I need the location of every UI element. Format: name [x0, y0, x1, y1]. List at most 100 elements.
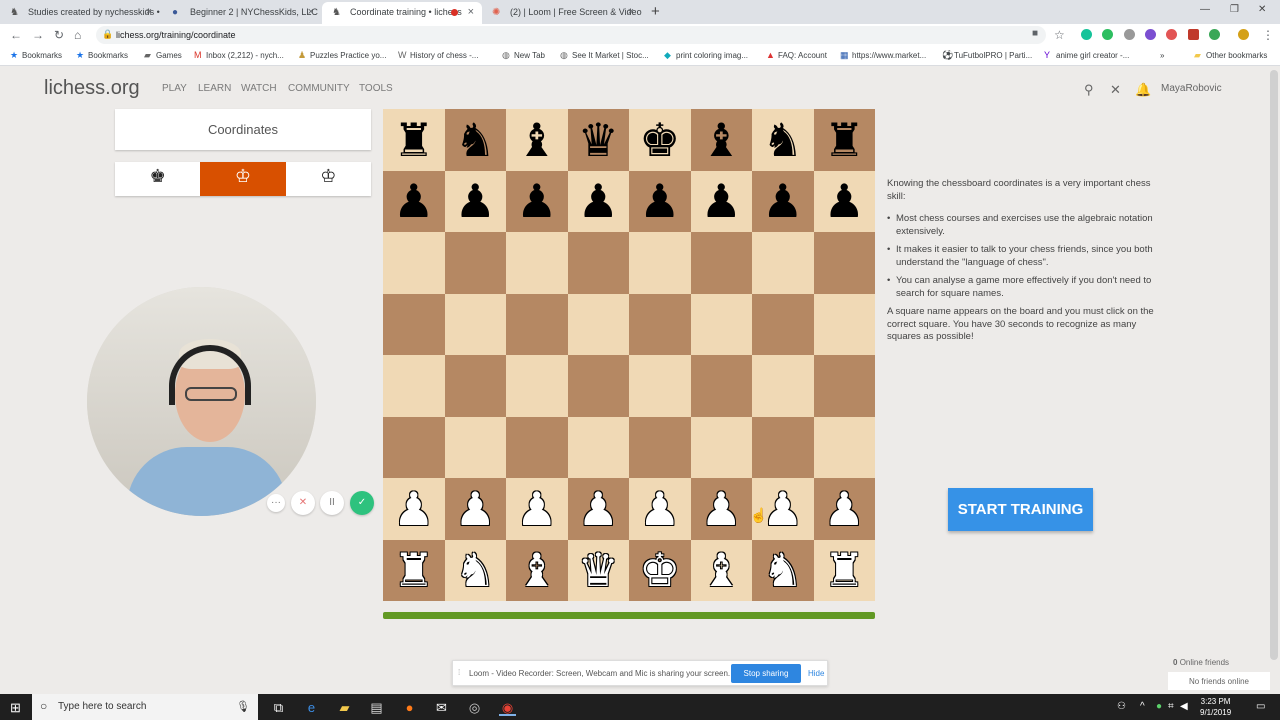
color-white-button[interactable]: ♔ — [286, 162, 371, 196]
site-logo[interactable]: lichess.org — [44, 77, 140, 100]
square-c5[interactable] — [506, 293, 568, 355]
nav-watch[interactable]: WATCH — [241, 83, 277, 94]
bookmark-item[interactable]: ◍ See It Market | Stoc... — [560, 50, 649, 60]
extension-icon[interactable] — [1209, 29, 1220, 40]
close-icon[interactable]: × — [628, 6, 634, 18]
square-d2[interactable]: ♟ — [567, 478, 629, 540]
bookmark-item[interactable]: ⚽ TuFutbolPRO | Parti... — [942, 50, 1032, 60]
bookmark-item[interactable]: ★ Bookmarks — [76, 50, 128, 60]
square-d5[interactable] — [567, 293, 629, 355]
square-h3[interactable] — [813, 416, 875, 478]
close-icon[interactable]: ✕ — [1110, 82, 1121, 98]
color-random-button[interactable]: ♔ — [200, 162, 286, 196]
square-f2[interactable]: ♟ — [690, 478, 752, 540]
volume-icon[interactable]: ◀ — [1180, 701, 1188, 712]
windows-start-icon[interactable]: ⊞ — [10, 700, 21, 716]
square-d3[interactable] — [567, 416, 629, 478]
square-a6[interactable] — [383, 232, 445, 294]
chevron-up-icon[interactable]: ^ — [1140, 701, 1145, 712]
edge-icon[interactable]: e — [303, 699, 320, 716]
nav-play[interactable]: PLAY — [162, 83, 187, 94]
task-view-icon[interactable]: ⧉ — [270, 699, 287, 716]
square-b8[interactable]: ♞ — [444, 109, 506, 171]
square-a8[interactable]: ♜ — [383, 109, 445, 171]
maximize-icon[interactable]: ❐ — [1230, 4, 1239, 15]
app-icon[interactable]: ◎ — [466, 699, 483, 716]
bookmark-item[interactable]: M Inbox (2,212) - nych... — [194, 50, 284, 60]
bookmarks-overflow[interactable]: » — [1160, 51, 1164, 60]
square-h8[interactable]: ♜ — [813, 109, 875, 171]
square-g8[interactable]: ♞ — [752, 109, 814, 171]
square-g6[interactable] — [752, 232, 814, 294]
square-e1[interactable]: ♚ — [629, 539, 691, 601]
square-c8[interactable]: ♝ — [506, 109, 568, 171]
drag-handle-icon[interactable]: ⁞ — [458, 668, 460, 677]
square-h1[interactable]: ♜ — [813, 539, 875, 601]
firefox-icon[interactable]: ● — [401, 699, 418, 716]
people-icon[interactable]: ⚇ — [1117, 701, 1126, 712]
scrollbar[interactable] — [1270, 70, 1278, 660]
notifications-icon[interactable]: ▭ — [1256, 701, 1265, 712]
forward-icon[interactable]: → — [32, 28, 44, 42]
minimize-icon[interactable]: — — [1200, 4, 1210, 15]
square-d4[interactable] — [567, 355, 629, 417]
square-g1[interactable]: ♞ — [752, 539, 814, 601]
square-g7[interactable]: ♟ — [752, 170, 814, 232]
bell-icon[interactable]: 🔔 — [1135, 82, 1151, 98]
home-icon[interactable]: ⌂ — [74, 28, 81, 42]
square-a5[interactable] — [383, 293, 445, 355]
bookmark-item[interactable]: ▲ FAQ: Account — [766, 50, 827, 60]
window-close-icon[interactable]: ✕ — [1258, 4, 1266, 15]
taskbar-search-input[interactable]: ○ Type here to search 🎙 — [32, 694, 258, 720]
shield-icon[interactable] — [1188, 29, 1199, 40]
square-h4[interactable] — [813, 355, 875, 417]
square-h6[interactable] — [813, 232, 875, 294]
chrome-icon[interactable]: ◉ — [499, 699, 516, 716]
square-a3[interactable] — [383, 416, 445, 478]
square-c6[interactable] — [506, 232, 568, 294]
microphone-icon[interactable]: 🎙 — [236, 700, 250, 713]
square-e2[interactable]: ♟ — [629, 478, 691, 540]
square-g5[interactable] — [752, 293, 814, 355]
bookmark-item[interactable]: ◍ New Tab — [502, 50, 545, 60]
nav-learn[interactable]: LEARN — [198, 83, 231, 94]
square-f5[interactable] — [690, 293, 752, 355]
square-a7[interactable]: ♟ — [383, 170, 445, 232]
evernote-icon[interactable] — [1102, 29, 1113, 40]
square-g3[interactable] — [752, 416, 814, 478]
square-d8[interactable]: ♛ — [567, 109, 629, 171]
star-icon[interactable]: ☆ — [1054, 28, 1065, 42]
pause-recording-button[interactable]: II — [320, 491, 344, 515]
user-menu[interactable]: MayaRobovic — [1161, 83, 1222, 94]
taskbar-clock[interactable]: 3:23 PM 9/1/2019 — [1200, 696, 1231, 718]
square-h5[interactable] — [813, 293, 875, 355]
square-b7[interactable]: ♟ — [444, 170, 506, 232]
square-f8[interactable]: ♝ — [690, 109, 752, 171]
nav-tools[interactable]: TOOLS — [359, 83, 393, 94]
square-h2[interactable]: ♟ — [813, 478, 875, 540]
square-e6[interactable] — [629, 232, 691, 294]
bookmark-item[interactable]: ▰ Games — [144, 50, 182, 60]
square-b1[interactable]: ♞ — [444, 539, 506, 601]
tab-beginner[interactable]: ● Beginner 2 | NYChessKids, LLC × — [162, 2, 322, 24]
extension-icon[interactable] — [1145, 29, 1156, 40]
square-h7[interactable]: ♟ — [813, 170, 875, 232]
square-f3[interactable] — [690, 416, 752, 478]
store-icon[interactable]: ▤ — [368, 699, 385, 716]
bookmark-item[interactable]: ★ Bookmarks — [10, 50, 62, 60]
close-icon[interactable]: × — [308, 6, 314, 18]
square-g4[interactable] — [752, 355, 814, 417]
square-b6[interactable] — [444, 232, 506, 294]
square-a1[interactable]: ♜ — [383, 539, 445, 601]
reload-icon[interactable]: ↻ — [54, 28, 64, 42]
avatar[interactable] — [1238, 29, 1249, 40]
square-b4[interactable] — [444, 355, 506, 417]
square-e7[interactable]: ♟ — [629, 170, 691, 232]
square-e3[interactable] — [629, 416, 691, 478]
security-icon[interactable]: ● — [1156, 701, 1162, 712]
square-b3[interactable] — [444, 416, 506, 478]
start-training-button[interactable]: START TRAINING — [948, 488, 1093, 531]
bookmark-item[interactable]: ♟ Puzzles Practice yo... — [298, 50, 386, 60]
search-icon[interactable]: ⚲ — [1084, 82, 1094, 98]
tab-coordinate-training[interactable]: ♞ Coordinate training • lichess × — [322, 2, 482, 24]
